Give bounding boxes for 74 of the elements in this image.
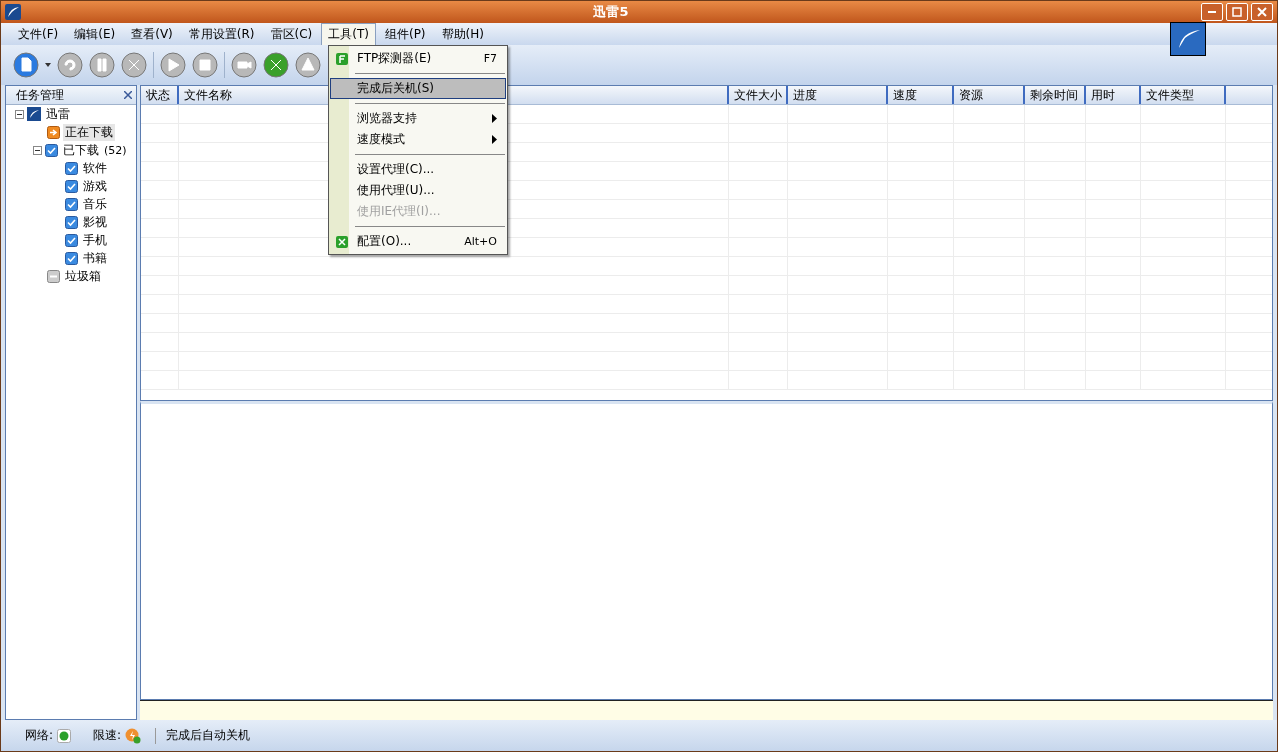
stop-icon[interactable]: [192, 52, 218, 78]
column-header[interactable]: 速度: [888, 86, 954, 104]
maximize-icon: [1232, 7, 1242, 17]
status-label: 限速:: [93, 727, 122, 744]
menu-option[interactable]: 完成后关机(S): [330, 78, 506, 99]
app-logo-icon: [5, 4, 21, 20]
network-status-icon: [57, 728, 72, 743]
menu-option[interactable]: 使用代理(U)...: [330, 180, 506, 201]
column-header[interactable]: 进度: [788, 86, 888, 104]
bin-icon: [47, 269, 60, 283]
minimize-button[interactable]: [1201, 3, 1223, 21]
column-header[interactable]: 状态: [141, 86, 179, 104]
checkmark-icon: [65, 215, 78, 229]
column-header[interactable]: 文件大小: [729, 86, 788, 104]
shortcut-label: Alt+O: [464, 235, 497, 248]
arrow-icon: [47, 125, 60, 139]
submenu-arrow-icon: [492, 135, 497, 144]
pause-icon[interactable]: [89, 52, 115, 78]
video-camera-icon[interactable]: [231, 52, 257, 78]
checkmark-icon: [65, 161, 78, 175]
column-header[interactable]: 文件类型: [1141, 86, 1226, 104]
checkmark-icon: [65, 197, 78, 211]
collapse-toggle[interactable]: [33, 145, 42, 155]
item-count: (52): [104, 143, 127, 157]
dropdown-caret-icon[interactable]: [45, 63, 51, 67]
lightning-logo-icon[interactable]: [1170, 22, 1206, 56]
collapse-toggle[interactable]: [15, 109, 24, 119]
menu-item[interactable]: 帮助(H): [434, 22, 491, 46]
submenu-arrow-icon: [492, 114, 497, 123]
tree-item[interactable]: 书籍: [81, 249, 109, 267]
minimize-icon: [1208, 11, 1216, 13]
panel-title: 任务管理: [16, 86, 64, 104]
tree-item[interactable]: 音乐: [81, 195, 109, 213]
menu-item[interactable]: 工具(T): [321, 22, 376, 46]
menu-item[interactable]: 文件(F): [11, 22, 66, 46]
menu-item[interactable]: 编辑(E): [67, 22, 123, 46]
menu-option[interactable]: 速度模式: [330, 129, 506, 150]
menu-option[interactable]: 配置(O)... Alt+O: [330, 231, 506, 252]
column-header[interactable]: 剩余时间: [1025, 86, 1086, 104]
status-message: 完成后自动关机: [166, 727, 251, 744]
shortcut-label: F7: [483, 52, 497, 65]
menu-item[interactable]: 雷区(C): [263, 22, 320, 46]
menu-item[interactable]: 常用设置(R): [181, 22, 262, 46]
undo-icon[interactable]: [57, 52, 83, 78]
checkmark-icon: [45, 143, 58, 157]
close-icon[interactable]: [124, 88, 132, 102]
tree-item[interactable]: 正在下载: [63, 123, 115, 141]
column-header[interactable]: 资源: [954, 86, 1025, 104]
window-title: 迅雷5: [593, 3, 629, 21]
menu-item[interactable]: 组件(P): [377, 22, 433, 46]
tree-item[interactable]: 手机: [81, 231, 109, 249]
tree-item[interactable]: 迅雷: [44, 105, 72, 123]
column-header[interactable]: 用时: [1086, 86, 1141, 104]
maximize-button[interactable]: [1226, 3, 1248, 21]
new-task-icon[interactable]: [13, 52, 39, 78]
play-icon[interactable]: [160, 52, 186, 78]
checkmark-icon: [65, 179, 78, 193]
tree-item[interactable]: 影视: [81, 213, 109, 231]
tree-item[interactable]: 已下载: [61, 141, 101, 159]
menu-option[interactable]: 浏览器支持: [330, 108, 506, 129]
menu-option[interactable]: FTP探测器(E) F7: [330, 48, 506, 69]
lightning-logo-icon: [27, 107, 41, 121]
menu-option[interactable]: 设置代理(C)...: [330, 159, 506, 180]
close-icon: [1257, 7, 1267, 17]
status-label: 网络:: [25, 727, 54, 744]
checkmark-icon: [65, 251, 78, 265]
delete-icon[interactable]: [121, 52, 147, 78]
close-button[interactable]: [1251, 3, 1273, 21]
menu-item[interactable]: 查看(V): [124, 22, 180, 46]
checkmark-icon: [65, 233, 78, 247]
tree-item[interactable]: 软件: [81, 159, 109, 177]
tree-item[interactable]: 游戏: [81, 177, 109, 195]
speed-limit-icon: [125, 727, 142, 744]
tree-item[interactable]: 垃圾箱: [63, 267, 103, 285]
